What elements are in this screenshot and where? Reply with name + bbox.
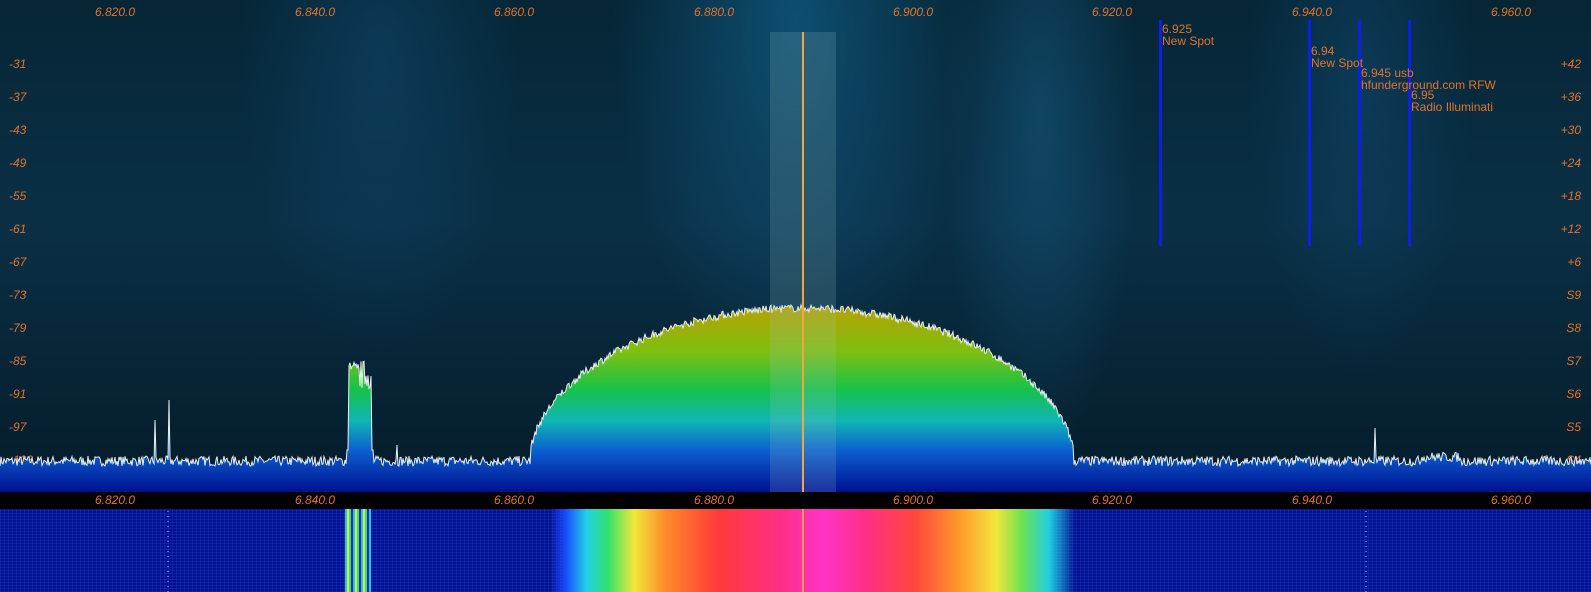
- freq-label: 6.840.0: [294, 493, 336, 507]
- frequency-ruler[interactable]: 6.820.0 6.840.0 6.860.0 6.880.0 6.900.0 …: [0, 492, 1591, 509]
- freq-label: 6.820.0: [94, 493, 136, 507]
- waterfall-wide-signal: [550, 509, 1075, 592]
- sdr-display: 6.820.0 6.840.0 6.860.0 6.880.0 6.900.0 …: [0, 0, 1591, 592]
- spot-marker[interactable]: [1408, 20, 1411, 246]
- spot-name: New Spot: [1162, 34, 1215, 48]
- freq-label: 6.920.0: [1091, 493, 1133, 507]
- waterfall-vfo-marker: [802, 509, 804, 592]
- freq-label: 6.880.0: [693, 493, 735, 507]
- freq-label: 6.860.0: [493, 493, 535, 507]
- spectrum-panel[interactable]: 6.820.0 6.840.0 6.860.0 6.880.0 6.900.0 …: [0, 0, 1591, 492]
- spot-label[interactable]: 6.925 New Spot: [1162, 23, 1214, 47]
- spot-name: New Spot: [1311, 56, 1364, 70]
- freq-label: 6.940.0: [1291, 493, 1333, 507]
- freq-label: 6.960.0: [1490, 493, 1532, 507]
- spot-name: Radio Illuminati: [1411, 100, 1494, 114]
- spot-label[interactable]: 6.94 New Spot: [1311, 45, 1363, 69]
- vfo-marker[interactable]: [802, 32, 804, 492]
- spot-marker[interactable]: [1159, 20, 1162, 246]
- waterfall-narrow-signal: [345, 509, 371, 592]
- waterfall-trace: [167, 509, 169, 592]
- waterfall-display[interactable]: [0, 509, 1591, 592]
- spot-label[interactable]: 6.95 Radio Illuminati: [1411, 89, 1493, 113]
- freq-label: 6.900.0: [892, 493, 934, 507]
- waterfall-trace: [1365, 509, 1367, 592]
